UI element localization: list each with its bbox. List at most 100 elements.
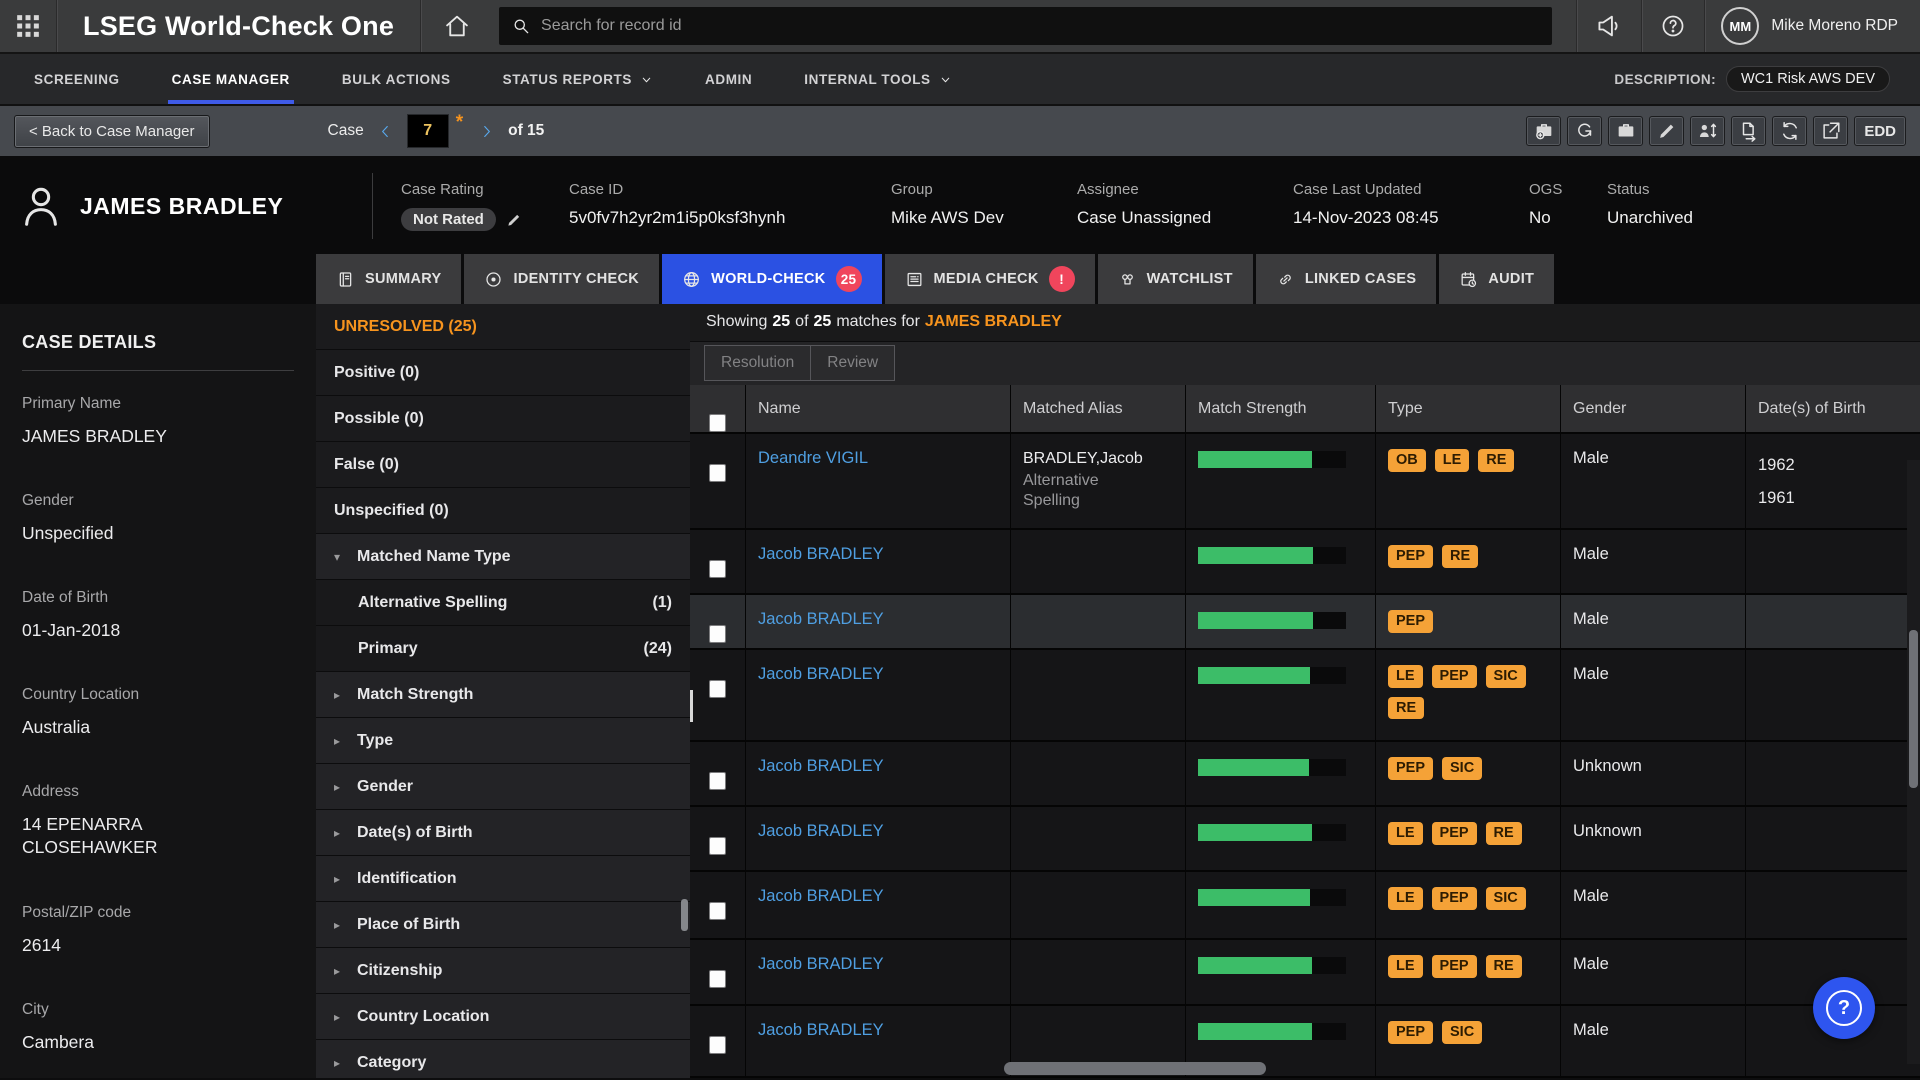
filter-group-match-strength[interactable]: ▸Match Strength (316, 672, 690, 718)
row-checkbox[interactable] (709, 772, 726, 790)
filter-group-matched-name-type[interactable]: ▾Matched Name Type (316, 534, 690, 580)
row-checkbox[interactable] (709, 560, 726, 578)
case-number-input[interactable]: 7 (407, 114, 449, 148)
tab-world-check[interactable]: WORLD-CHECK25 (662, 254, 881, 304)
filter-group-category[interactable]: ▸Category (316, 1040, 690, 1078)
main-nav: SCREENING CASE MANAGER BULK ACTIONS STATUS … (0, 54, 1920, 106)
back-to-case-manager-button[interactable]: < Back to Case Manager (14, 115, 210, 148)
filter-group-gender[interactable]: ▸Gender (316, 764, 690, 810)
column-header-gender[interactable]: Gender (1560, 385, 1745, 432)
nav-item-admin[interactable]: ADMIN (701, 54, 756, 104)
help-button[interactable] (1642, 0, 1704, 52)
column-header-type[interactable]: Type (1375, 385, 1560, 432)
filter-status-possible[interactable]: Possible (0) (316, 396, 690, 442)
g-arrow-icon (1574, 120, 1596, 142)
results-vertical-scrollbar-thumb[interactable] (1909, 630, 1918, 788)
gender-value: Male (1573, 449, 1609, 467)
tool-document-transfer-button[interactable] (1731, 116, 1766, 146)
tab-identity-check[interactable]: IDENTITY CHECK (464, 254, 659, 304)
column-header-match-strength[interactable]: Match Strength (1185, 385, 1375, 432)
table-row[interactable]: Jacob BRADLEYPEPMale (690, 595, 1920, 650)
nav-item-internal-tools[interactable]: INTERNAL TOOLS (800, 54, 955, 104)
tool-reassign-button[interactable] (1690, 116, 1725, 146)
tab-summary[interactable]: SUMMARY (316, 254, 461, 304)
filter-group-label: Matched Name Type (357, 548, 511, 566)
match-name-link[interactable]: Jacob BRADLEY (758, 1021, 884, 1039)
row-checkbox[interactable] (709, 680, 726, 698)
table-row[interactable]: Jacob BRADLEYLEPEPREUnknown (690, 807, 1920, 872)
tool-refresh-button[interactable] (1772, 116, 1807, 146)
review-button[interactable]: Review (810, 345, 895, 381)
match-name-link[interactable]: Jacob BRADLEY (758, 955, 884, 973)
gender-value: Male (1573, 1021, 1609, 1039)
record-search-input[interactable]: Search for record id (499, 7, 1552, 45)
filter-group-citizenship[interactable]: ▸Citizenship (316, 948, 690, 994)
table-row[interactable]: Deandre VIGILBRADLEY,JacobAlternative Sp… (690, 434, 1920, 530)
filter-status-positive[interactable]: Positive (0) (316, 350, 690, 396)
filter-group-identification[interactable]: ▸Identification (316, 856, 690, 902)
tab-linked-cases[interactable]: LINKED CASES (1256, 254, 1437, 304)
tab-label: IDENTITY CHECK (513, 271, 639, 287)
filter-group-type[interactable]: ▸Type (316, 718, 690, 764)
chevron-right-icon[interactable] (478, 123, 495, 140)
nav-item-bulk-actions[interactable]: BULK ACTIONS (338, 54, 455, 104)
tool-export-button[interactable] (1813, 116, 1848, 146)
tool-pencil-button[interactable] (1649, 116, 1684, 146)
filters-scrollbar-thumb[interactable] (681, 899, 688, 931)
tool-briefcase-button[interactable] (1608, 116, 1643, 146)
table-row[interactable]: Jacob BRADLEYPEPSICUnknown (690, 742, 1920, 807)
column-header-name[interactable]: Name (745, 385, 1010, 432)
chevron-left-icon[interactable] (377, 123, 394, 140)
resolution-button[interactable]: Resolution (704, 345, 811, 381)
tab-watchlist[interactable]: WATCHLIST (1098, 254, 1253, 304)
announcements-button[interactable] (1577, 0, 1641, 52)
match-name-link[interactable]: Jacob BRADLEY (758, 610, 884, 628)
row-checkbox[interactable] (709, 464, 726, 482)
table-row[interactable]: Jacob BRADLEYLEPEPSICMale (690, 872, 1920, 940)
row-checkbox[interactable] (709, 970, 726, 988)
table-row[interactable]: Jacob BRADLEYPEPREMale (690, 530, 1920, 595)
pencil-icon[interactable] (505, 211, 523, 229)
nav-item-case-manager[interactable]: CASE MANAGER (168, 54, 294, 104)
match-name-link[interactable]: Jacob BRADLEY (758, 887, 884, 905)
tab-audit[interactable]: AUDIT (1439, 254, 1554, 304)
select-all-checkbox[interactable] (709, 414, 726, 432)
filter-status-false[interactable]: False (0) (316, 442, 690, 488)
row-checkbox[interactable] (709, 1036, 726, 1054)
nav-item-status-reports[interactable]: STATUS REPORTS (499, 54, 657, 104)
app-launcher-button[interactable] (0, 0, 56, 52)
filter-group-place-of-birth[interactable]: ▸Place of Birth (316, 902, 690, 948)
floating-help-button[interactable]: ? (1813, 977, 1875, 1039)
tool-g-arrow-button[interactable] (1567, 116, 1602, 146)
match-name-link[interactable]: Jacob BRADLEY (758, 665, 884, 683)
tool-briefcase-plus-button[interactable] (1526, 116, 1561, 146)
match-name-link[interactable]: Deandre VIGIL (758, 449, 868, 467)
filter-option-primary[interactable]: Primary(24) (316, 626, 690, 672)
results-vertical-scrollbar[interactable] (1907, 460, 1920, 1064)
match-name-link[interactable]: Jacob BRADLEY (758, 757, 884, 775)
detail-gender: GenderUnspecified (22, 492, 294, 545)
tab-media-check[interactable]: MEDIA CHECK! (885, 254, 1095, 304)
row-checkbox[interactable] (709, 625, 726, 643)
filter-option-alternative-spelling[interactable]: Alternative Spelling(1) (316, 580, 690, 626)
results-horizontal-scrollbar-thumb[interactable] (1004, 1062, 1266, 1075)
table-row[interactable]: Jacob BRADLEYPEPSICMale (690, 1006, 1920, 1078)
filter-group-date-s-of-birth[interactable]: ▸Date(s) of Birth (316, 810, 690, 856)
row-checkbox[interactable] (709, 902, 726, 920)
match-name-link[interactable]: Jacob BRADLEY (758, 822, 884, 840)
column-header-date-s-of-birth[interactable]: Date(s) of Birth (1745, 385, 1920, 432)
home-button[interactable] (421, 0, 493, 52)
filter-status-unresolved[interactable]: UNRESOLVED (25) (316, 304, 690, 350)
table-row[interactable]: Jacob BRADLEYLEPEPREMale (690, 940, 1920, 1006)
column-header-matched-alias[interactable]: Matched Alias (1010, 385, 1185, 432)
user-name[interactable]: Mike Moreno RDP (1771, 17, 1898, 35)
unsaved-indicator: * (456, 112, 463, 134)
filter-status-unspecified[interactable]: Unspecified (0) (316, 488, 690, 534)
table-row[interactable]: Jacob BRADLEYLEPEPSICREMale (690, 650, 1920, 742)
edd-button[interactable]: EDD (1854, 116, 1906, 146)
avatar[interactable]: MM (1721, 7, 1759, 45)
match-name-link[interactable]: Jacob BRADLEY (758, 545, 884, 563)
nav-item-screening[interactable]: SCREENING (30, 54, 124, 104)
row-checkbox[interactable] (709, 837, 726, 855)
filter-group-country-location[interactable]: ▸Country Location (316, 994, 690, 1040)
